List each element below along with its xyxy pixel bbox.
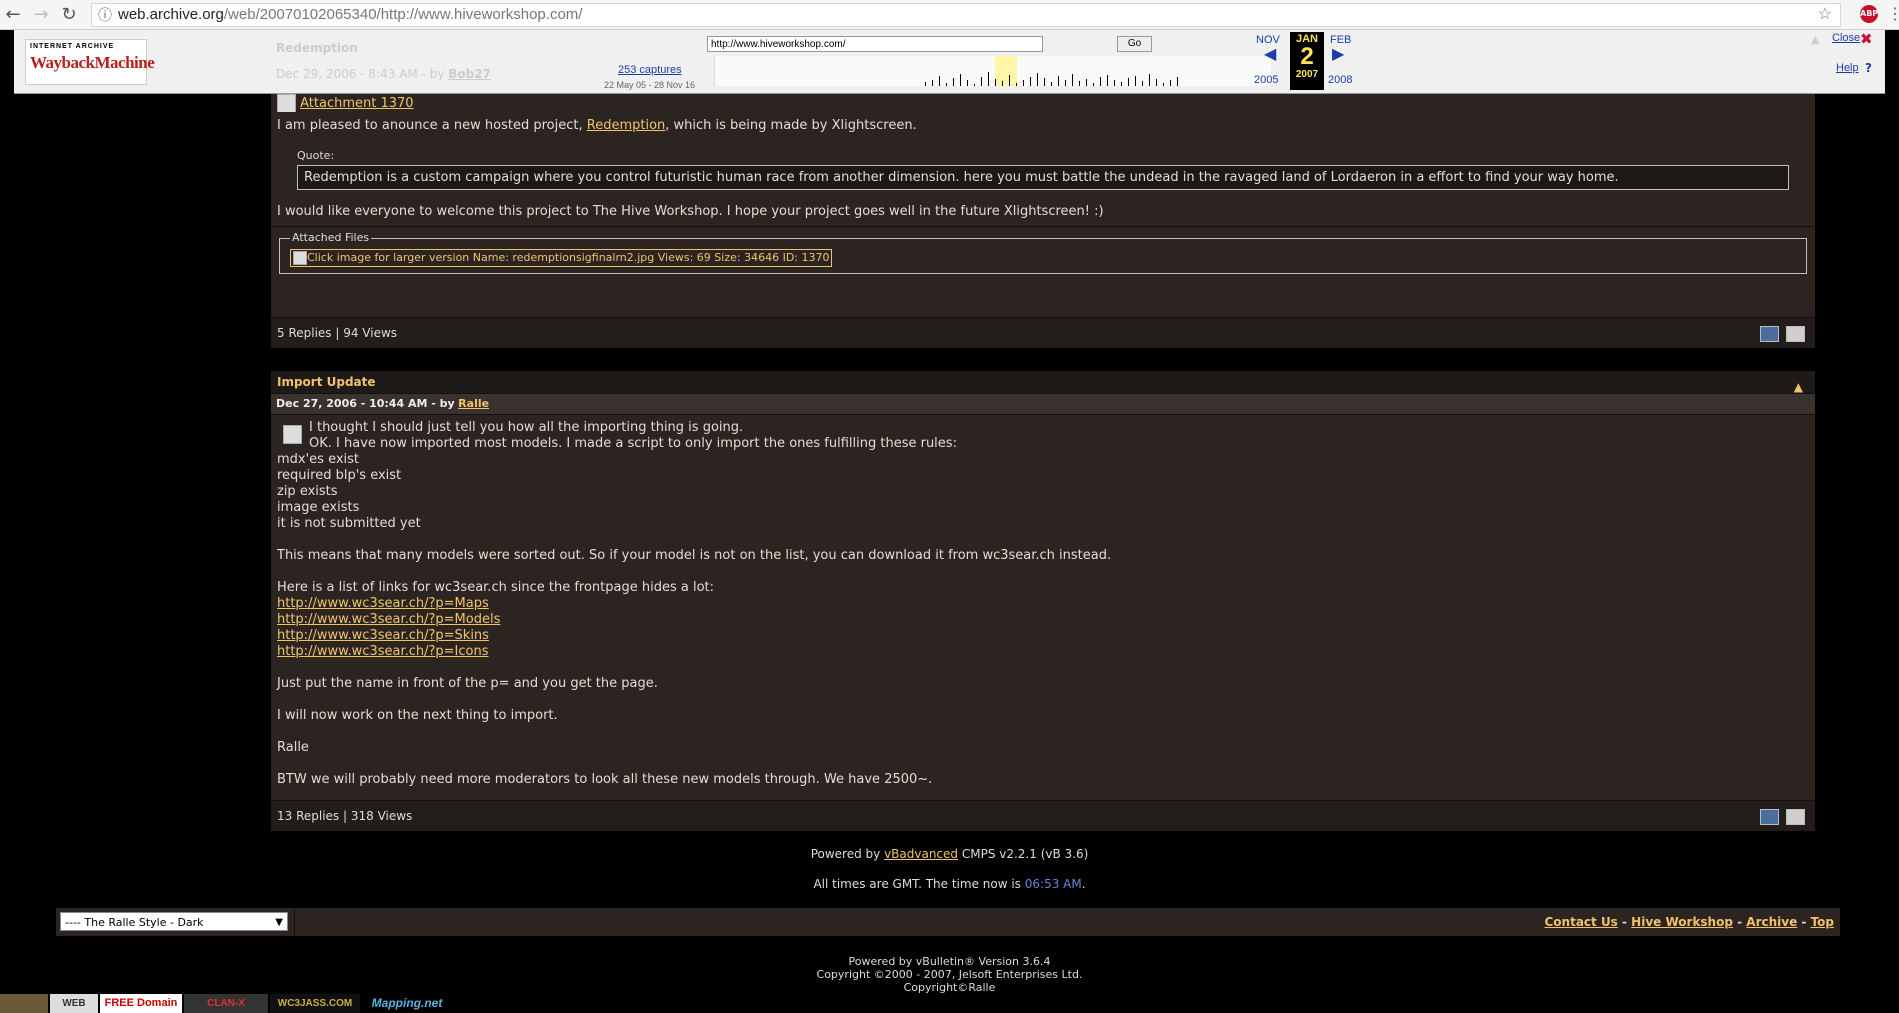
welcome-text: I would like everyone to welcome this pr… — [277, 204, 1104, 219]
adblock-extension-icon[interactable]: ABP — [1860, 5, 1878, 23]
attachment-thumbnail[interactable] — [277, 94, 296, 112]
close-link[interactable]: Close — [1832, 32, 1860, 44]
vbulletin-copyright: Powered by vBulletin® Version 3.6.4 Copy… — [816, 955, 1083, 994]
url-path: /web/20070102065340/http://www.hiveworks… — [223, 6, 583, 23]
more-vertical-icon[interactable]: ⋮ — [1887, 4, 1899, 23]
current-capture-date: JAN 2 2007 — [1290, 32, 1324, 90]
attached-files-label: Attached Files — [290, 231, 372, 244]
attached-files: Attached Files Click image for larger ve… — [279, 231, 1807, 274]
capture-range: 22 May 05 - 28 Nov 16 — [604, 80, 696, 90]
next-capture-icon[interactable]: ▶ — [1332, 44, 1344, 63]
banner-mapping[interactable]: Mapping.net — [362, 994, 452, 1013]
hive-workshop-link[interactable]: Hive Workshop — [1631, 915, 1733, 929]
logo-main-text: WaybackMachine — [30, 53, 155, 72]
skins-link[interactable]: http://www.wc3sear.ch/?p=Skins — [277, 628, 489, 643]
wayback-toolbar: INTERNET ARCHIVE WaybackMachine Redempti… — [14, 30, 1885, 94]
browser-toolbar: ← → ↻ ⓘ web.archive.org/web/200701020653… — [0, 0, 1899, 30]
attachment-link[interactable]: Attachment 1370 — [300, 96, 413, 111]
prev-capture-icon[interactable]: ◀ — [1264, 44, 1276, 63]
attached-file-link[interactable]: Click image for larger version Name: red… — [290, 249, 833, 267]
captures-link[interactable]: 253 captures — [618, 64, 682, 76]
post-icon — [283, 425, 302, 444]
collapse-icon[interactable]: ▲ — [1811, 33, 1819, 46]
author-link[interactable]: Ralle — [458, 397, 489, 410]
icons-link[interactable]: http://www.wc3sear.ch/?p=Icons — [277, 644, 489, 659]
affiliate-banners: WEB FREE Domain CLAN-X WC3JASS.COM Mappi… — [0, 994, 460, 1013]
chevron-down-icon: ▼ — [275, 917, 283, 928]
maps-link[interactable]: http://www.wc3sear.ch/?p=Maps — [277, 596, 489, 611]
send-to-friend-icon[interactable] — [1760, 809, 1779, 825]
banner-web[interactable]: WEB — [50, 994, 98, 1013]
powered-by: Powered by vBadvanced CMPS v2.2.1 (vB 3.… — [810, 847, 1089, 861]
style-select[interactable]: ---- The Ralle Style - Dark ▼ — [60, 912, 288, 931]
help-icon[interactable]: ? — [1865, 61, 1872, 75]
url-host: web.archive.org — [118, 6, 224, 23]
post-title: Import Update ▲ — [271, 371, 1815, 394]
capture-sparkline[interactable] — [714, 56, 1271, 86]
arrow-left-icon[interactable]: ← — [2, 4, 24, 26]
reload-icon[interactable]: ↻ — [58, 4, 80, 26]
collapse-icon[interactable]: ▲ — [1794, 376, 1803, 398]
banner-wc3jass[interactable]: WC3JASS.COM — [270, 994, 360, 1013]
info-icon[interactable]: ⓘ — [98, 4, 112, 26]
banner-free-domain[interactable]: FREE Domain — [100, 994, 182, 1013]
post-stats: 5 Replies | 94 Views — [271, 317, 1815, 348]
news-post-redemption: Attachment 1370 I am pleased to anounce … — [271, 94, 1815, 348]
quote-box: Redemption is a custom campaign where yo… — [297, 165, 1789, 190]
logo-top-text: INTERNET ARCHIVE — [30, 43, 115, 50]
overlay-post-date: Dec 29, 2006 - 8:43 AM - by Bob27 — [276, 67, 491, 81]
redemption-link[interactable]: Redemption — [587, 118, 666, 133]
archive-link[interactable]: Archive — [1746, 915, 1797, 929]
wayback-logo[interactable]: INTERNET ARCHIVE WaybackMachine — [25, 39, 155, 85]
contact-us-link[interactable]: Contact Us — [1544, 915, 1617, 929]
print-icon[interactable] — [1786, 809, 1805, 825]
prev-year[interactable]: 2005 — [1254, 74, 1278, 86]
wayback-url-input[interactable]: http://www.hiveworkshop.com/ — [707, 36, 1043, 52]
overlay-post-title: Redemption — [276, 41, 358, 55]
print-icon[interactable] — [1786, 326, 1805, 342]
quote-label: Quote: — [297, 149, 335, 162]
post-intro: I am pleased to anounce a new hosted pro… — [277, 118, 917, 133]
vbadvanced-link[interactable]: vBadvanced — [884, 847, 958, 861]
arrow-right-icon[interactable]: → — [30, 4, 52, 26]
star-icon[interactable]: ☆ — [1818, 4, 1832, 26]
post-body: I thought I should just tell you how all… — [277, 420, 1112, 787]
time-notice: All times are GMT. The time now is 06:53… — [813, 877, 1086, 891]
post-meta: Dec 27, 2006 - 10:44 AM - by Ralle — [271, 393, 1815, 415]
go-button[interactable]: Go — [1117, 36, 1152, 52]
models-link[interactable]: http://www.wc3sear.ch/?p=Models — [277, 612, 500, 627]
news-post-import-update: Import Update ▲ Dec 27, 2006 - 10:44 AM … — [271, 371, 1815, 831]
banner-clan[interactable]: CLAN-X — [184, 994, 268, 1013]
footer-links: Contact Us - Hive Workshop - Archive - T… — [1544, 915, 1834, 929]
next-year[interactable]: 2008 — [1328, 74, 1352, 86]
help-link[interactable]: Help — [1836, 62, 1859, 74]
post-stats: 13 Replies | 318 Views — [271, 800, 1815, 831]
address-bar[interactable]: ⓘ web.archive.org/web/20070102065340/htt… — [91, 3, 1841, 27]
footer-bar: ---- The Ralle Style - Dark ▼ Contact Us … — [56, 908, 1840, 936]
send-to-friend-icon[interactable] — [1760, 326, 1779, 342]
banner-image[interactable] — [0, 994, 48, 1013]
close-icon[interactable]: ✖ — [1860, 30, 1873, 48]
top-link[interactable]: Top — [1811, 915, 1834, 929]
